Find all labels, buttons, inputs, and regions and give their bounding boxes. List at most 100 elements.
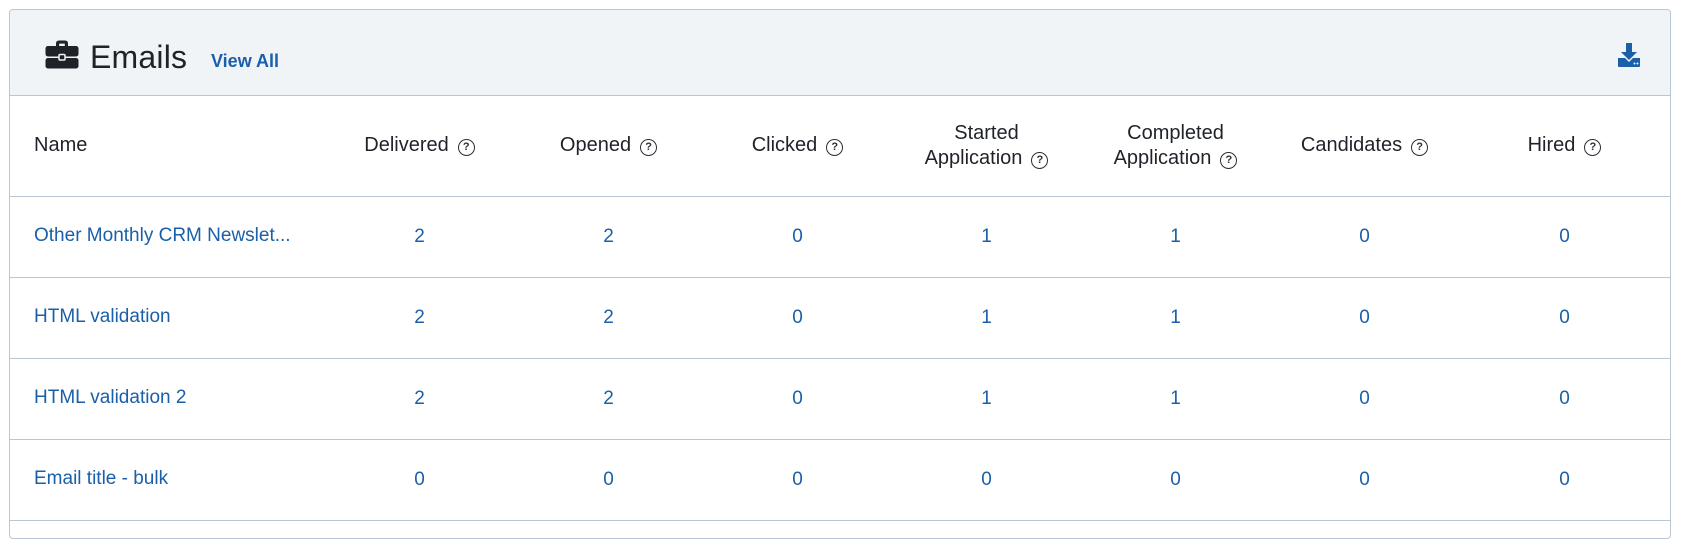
hired-value[interactable]: 0 bbox=[1559, 307, 1570, 328]
hired-value[interactable]: 0 bbox=[1559, 226, 1570, 247]
column-header-completed-application[interactable]: Completed Application? bbox=[1081, 96, 1270, 197]
candidates-value[interactable]: 0 bbox=[1359, 307, 1370, 328]
help-icon[interactable]: ? bbox=[1411, 139, 1429, 157]
column-header-clicked[interactable]: Clicked? bbox=[703, 96, 892, 197]
opened-value[interactable]: 2 bbox=[603, 226, 614, 247]
delivered-cell: 2 bbox=[325, 358, 514, 440]
opened-cell: 2 bbox=[514, 196, 703, 278]
table-row: Other Monthly CRM Newslet... 2 2 0 1 1 0… bbox=[10, 196, 1670, 278]
download-icon[interactable] bbox=[1617, 42, 1641, 68]
started-application-value[interactable]: 1 bbox=[981, 226, 992, 247]
hired-cell: 0 bbox=[1459, 277, 1670, 359]
column-label: Candidates bbox=[1300, 134, 1403, 157]
column-label: Opened bbox=[559, 134, 632, 157]
candidates-cell: 0 bbox=[1270, 439, 1459, 521]
clicked-cell: 0 bbox=[703, 358, 892, 440]
help-icon[interactable]: ? bbox=[1584, 139, 1602, 157]
opened-cell: 2 bbox=[514, 277, 703, 359]
completed-application-value[interactable]: 1 bbox=[1170, 388, 1181, 409]
table-row: Email title - bulk 0 0 0 0 0 0 0 bbox=[10, 439, 1670, 521]
started-application-cell: 0 bbox=[892, 439, 1081, 521]
column-label: Delivered bbox=[364, 134, 449, 157]
email-name-link[interactable]: Other Monthly CRM Newslet... bbox=[34, 225, 291, 247]
help-icon[interactable]: ? bbox=[1031, 151, 1049, 169]
help-icon[interactable]: ? bbox=[457, 139, 475, 157]
email-name-link[interactable]: Email title - bulk bbox=[34, 468, 168, 490]
started-application-value[interactable]: 1 bbox=[981, 388, 992, 409]
clicked-value[interactable]: 0 bbox=[792, 307, 803, 328]
completed-application-value[interactable]: 0 bbox=[1170, 469, 1181, 490]
help-icon[interactable]: ? bbox=[640, 139, 658, 157]
column-label-line1: Started bbox=[954, 121, 1019, 144]
started-application-cell: 1 bbox=[892, 277, 1081, 359]
delivered-value[interactable]: 2 bbox=[414, 388, 425, 409]
hired-value[interactable]: 0 bbox=[1559, 469, 1570, 490]
emails-panel: Emails View All Name Delivered? Opened? bbox=[9, 9, 1671, 539]
opened-cell: 2 bbox=[514, 358, 703, 440]
column-header-hired[interactable]: Hired? bbox=[1459, 96, 1670, 197]
completed-application-value[interactable]: 1 bbox=[1170, 226, 1181, 247]
column-header-opened[interactable]: Opened? bbox=[514, 96, 703, 197]
delivered-value[interactable]: 0 bbox=[414, 469, 425, 490]
clicked-value[interactable]: 0 bbox=[792, 469, 803, 490]
column-header-name[interactable]: Name bbox=[10, 96, 325, 197]
column-label-line2: Application bbox=[924, 146, 1023, 169]
candidates-value[interactable]: 0 bbox=[1359, 469, 1370, 490]
candidates-cell: 0 bbox=[1270, 358, 1459, 440]
delivered-cell: 0 bbox=[325, 439, 514, 521]
column-label: Started Application? bbox=[925, 121, 1049, 171]
delivered-value[interactable]: 2 bbox=[414, 307, 425, 328]
hired-cell: 0 bbox=[1459, 439, 1670, 521]
email-name-link[interactable]: HTML validation 2 bbox=[34, 387, 186, 409]
clicked-value[interactable]: 0 bbox=[792, 388, 803, 409]
started-application-value[interactable]: 0 bbox=[981, 469, 992, 490]
name-cell: HTML validation bbox=[10, 277, 325, 359]
emails-table: Name Delivered? Opened? Clicked? Started… bbox=[10, 96, 1670, 521]
briefcase-icon bbox=[45, 40, 79, 69]
table-row: HTML validation 2 2 0 1 1 0 0 bbox=[10, 277, 1670, 359]
view-all-link[interactable]: View All bbox=[211, 50, 279, 72]
opened-cell: 0 bbox=[514, 439, 703, 521]
candidates-value[interactable]: 0 bbox=[1359, 388, 1370, 409]
help-icon[interactable]: ? bbox=[826, 139, 844, 157]
column-header-candidates[interactable]: Candidates? bbox=[1270, 96, 1459, 197]
email-name-link[interactable]: HTML validation bbox=[34, 306, 171, 328]
started-application-cell: 1 bbox=[892, 196, 1081, 278]
candidates-value[interactable]: 0 bbox=[1359, 226, 1370, 247]
opened-value[interactable]: 2 bbox=[603, 307, 614, 328]
table-row: HTML validation 2 2 2 0 1 1 0 0 bbox=[10, 358, 1670, 440]
column-label: Completed Application? bbox=[1114, 121, 1238, 171]
delivered-value[interactable]: 2 bbox=[414, 226, 425, 247]
column-header-started-application[interactable]: Started Application? bbox=[892, 96, 1081, 197]
name-cell: Other Monthly CRM Newslet... bbox=[10, 196, 325, 278]
panel-header: Emails View All bbox=[10, 10, 1670, 96]
completed-application-cell: 0 bbox=[1081, 439, 1270, 521]
clicked-cell: 0 bbox=[703, 277, 892, 359]
opened-value[interactable]: 0 bbox=[603, 469, 614, 490]
candidates-cell: 0 bbox=[1270, 277, 1459, 359]
completed-application-cell: 1 bbox=[1081, 196, 1270, 278]
name-cell: HTML validation 2 bbox=[10, 358, 325, 440]
table-header-row: Name Delivered? Opened? Clicked? Started… bbox=[10, 96, 1670, 197]
completed-application-cell: 1 bbox=[1081, 358, 1270, 440]
delivered-cell: 2 bbox=[325, 277, 514, 359]
hired-value[interactable]: 0 bbox=[1559, 388, 1570, 409]
clicked-cell: 0 bbox=[703, 196, 892, 278]
hired-cell: 0 bbox=[1459, 358, 1670, 440]
column-label-line2: Application bbox=[1113, 146, 1212, 169]
column-header-delivered[interactable]: Delivered? bbox=[325, 96, 514, 197]
clicked-cell: 0 bbox=[703, 439, 892, 521]
completed-application-cell: 1 bbox=[1081, 277, 1270, 359]
column-label: Name bbox=[34, 134, 88, 157]
started-application-value[interactable]: 1 bbox=[981, 307, 992, 328]
completed-application-value[interactable]: 1 bbox=[1170, 307, 1181, 328]
opened-value[interactable]: 2 bbox=[603, 388, 614, 409]
name-cell: Email title - bulk bbox=[10, 439, 325, 521]
column-label-line1: Completed bbox=[1127, 121, 1224, 144]
started-application-cell: 1 bbox=[892, 358, 1081, 440]
help-icon[interactable]: ? bbox=[1220, 151, 1238, 169]
candidates-cell: 0 bbox=[1270, 196, 1459, 278]
hired-cell: 0 bbox=[1459, 196, 1670, 278]
clicked-value[interactable]: 0 bbox=[792, 226, 803, 247]
column-label: Clicked bbox=[751, 134, 818, 157]
